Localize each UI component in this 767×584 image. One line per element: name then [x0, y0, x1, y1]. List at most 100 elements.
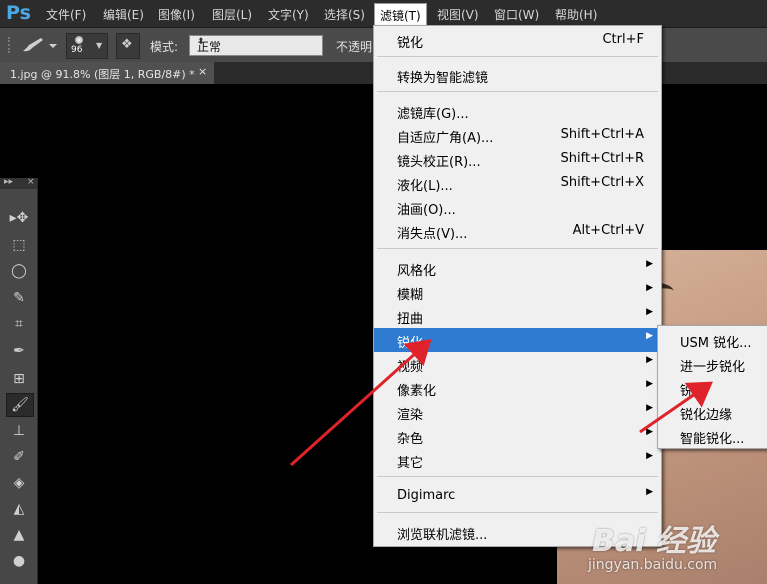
brush-tool-icon[interactable]: 🖌	[6, 393, 34, 417]
menu-item-label: 模糊	[397, 288, 424, 303]
menu-item-label: 转换为智能滤镜	[397, 71, 489, 86]
menu-item-oil-paint[interactable]: 油画(O)...	[374, 195, 661, 219]
document-tab[interactable]: 1.jpg @ 91.8% (图层 1, RGB/8#) * ×	[0, 62, 214, 84]
history-brush-tool-icon[interactable]: ✐	[8, 446, 30, 468]
menu-item-shortcut: Shift+Ctrl+X	[560, 175, 644, 190]
submenu-item-label: 智能锐化...	[680, 432, 745, 447]
submenu-item-label: 锐化	[680, 384, 707, 399]
document-tab-title: 1.jpg @ 91.8% (图层 1, RGB/8#) *	[10, 68, 195, 81]
menu-item-shortcut: Shift+Ctrl+R	[560, 151, 645, 166]
submenu-arrow-icon: ▶	[646, 355, 653, 365]
eyedropper-tool-icon[interactable]: ✒	[8, 340, 30, 362]
menu-item-label: 锐化	[397, 36, 424, 51]
close-panel-icon[interactable]: ×	[27, 177, 35, 187]
watermark-url: jingyan.baidu.com	[588, 557, 718, 573]
quick-selection-tool-icon[interactable]: ✎	[8, 287, 30, 309]
marquee-tool-icon[interactable]: ⬚	[8, 234, 30, 256]
submenu-item-label: 进一步锐化	[680, 360, 746, 375]
clone-stamp-tool-icon[interactable]: ⊥	[8, 420, 30, 442]
menu-item-label: 镜头校正(R)...	[397, 155, 481, 170]
menu-item-convert-smart-filters[interactable]: 转换为智能滤镜	[374, 63, 661, 87]
menu-item-other[interactable]: 其它 ▶	[374, 448, 661, 472]
menu-item-sharpen[interactable]: 锐化 ▶	[374, 328, 661, 352]
brush-size-picker[interactable]: 96 ▼	[66, 33, 108, 59]
submenu-arrow-icon: ▶	[646, 331, 653, 341]
collapse-panel-icon[interactable]: ▸▸	[4, 177, 13, 187]
submenu-arrow-icon: ▶	[646, 283, 653, 293]
submenu-item-smart-sharpen[interactable]: 智能锐化...	[658, 424, 767, 448]
submenu-item-sharpen[interactable]: 锐化	[658, 376, 767, 400]
menu-help[interactable]: 帮助(H)	[555, 6, 597, 23]
menu-view[interactable]: 视图(V)	[437, 6, 479, 23]
menu-item-render[interactable]: 渲染 ▶	[374, 400, 661, 424]
sharpen-submenu: USM 锐化... 进一步锐化 锐化 锐化边缘 智能锐化...	[657, 325, 767, 449]
paint-bucket-tool-icon[interactable]: ◭	[8, 498, 30, 520]
menu-item-pixelate[interactable]: 像素化 ▶	[374, 376, 661, 400]
menu-item-label: 其它	[397, 456, 424, 471]
menu-window[interactable]: 窗口(W)	[494, 6, 539, 23]
menu-item-digimarc[interactable]: Digimarc ▶	[374, 484, 661, 508]
brush-tip-icon	[75, 36, 83, 44]
menu-item-noise[interactable]: 杂色 ▶	[374, 424, 661, 448]
menu-item-adaptive-wide-angle[interactable]: 自适应广角(A)... Shift+Ctrl+A	[374, 123, 661, 147]
menu-edit[interactable]: 编辑(E)	[103, 6, 144, 23]
menu-type[interactable]: 文字(Y)	[268, 6, 309, 23]
blur-tool-icon[interactable]: ▲	[8, 524, 30, 546]
menu-file[interactable]: 文件(F)	[46, 6, 86, 23]
menu-separator	[377, 476, 658, 477]
menu-item-label: 风格化	[397, 264, 437, 279]
menu-item-filter-gallery[interactable]: 滤镜库(G)...	[374, 99, 661, 123]
submenu-arrow-icon: ▶	[646, 259, 653, 269]
submenu-arrow-icon: ▶	[646, 487, 653, 497]
tools-panel-header[interactable]: ▸▸ ×	[0, 177, 37, 189]
healing-brush-tool-icon[interactable]: ⊞	[8, 368, 30, 390]
menu-item-label: 浏览联机滤镜...	[397, 528, 488, 543]
menu-separator	[377, 91, 658, 92]
brush-preset-icon[interactable]	[19, 35, 57, 55]
crop-tool-icon[interactable]: ⌗	[8, 313, 30, 335]
submenu-item-sharpen-more[interactable]: 进一步锐化	[658, 352, 767, 376]
menu-bar: Ps 文件(F) 编辑(E) 图像(I) 图层(L) 文字(Y) 选择(S) 滤…	[0, 0, 767, 28]
submenu-item-label: USM 锐化...	[680, 336, 752, 351]
menu-item-label: 像素化	[397, 384, 437, 399]
eraser-tool-icon[interactable]: ◈	[8, 472, 30, 494]
brush-panel-toggle[interactable]: ❖	[116, 33, 140, 59]
menu-item-blur[interactable]: 模糊 ▶	[374, 280, 661, 304]
close-icon[interactable]: ×	[198, 65, 207, 78]
submenu-arrow-icon: ▶	[646, 403, 653, 413]
mode-label: 模式:	[150, 40, 179, 54]
menu-item-label: 液化(L)...	[397, 179, 453, 194]
menu-item-label: 扭曲	[397, 312, 424, 327]
menu-item-stylize[interactable]: 风格化 ▶	[374, 256, 661, 280]
menu-item-shortcut: Shift+Ctrl+A	[560, 127, 644, 142]
baidu-jingyan-logo: Bai 经验	[592, 524, 716, 559]
move-tool-icon[interactable]: ▸✥	[8, 207, 30, 229]
updown-arrows-icon: ⬍	[197, 37, 205, 47]
menu-item-shortcut: Alt+Ctrl+V	[572, 223, 644, 238]
menu-item-label: 消失点(V)...	[397, 227, 468, 242]
menu-item-video[interactable]: 视频 ▶	[374, 352, 661, 376]
menu-separator	[377, 512, 658, 513]
lasso-tool-icon[interactable]: ◯	[8, 260, 30, 282]
menu-item-label: 自适应广角(A)...	[397, 131, 494, 146]
submenu-arrow-icon: ▶	[646, 379, 653, 389]
options-grip	[8, 37, 16, 53]
menu-separator	[377, 248, 658, 249]
menu-item-last-filter[interactable]: 锐化 Ctrl+F	[374, 28, 661, 52]
chevron-down-icon: ▼	[96, 41, 103, 50]
menu-image[interactable]: 图像(I)	[158, 6, 195, 23]
menu-item-liquify[interactable]: 液化(L)... Shift+Ctrl+X	[374, 171, 661, 195]
menu-item-distort[interactable]: 扭曲 ▶	[374, 304, 661, 328]
submenu-item-sharpen-edges[interactable]: 锐化边缘	[658, 400, 767, 424]
menu-item-vanishing-point[interactable]: 消失点(V)... Alt+Ctrl+V	[374, 219, 661, 243]
menu-item-lens-correction[interactable]: 镜头校正(R)... Shift+Ctrl+R	[374, 147, 661, 171]
menu-item-shortcut: Ctrl+F	[602, 32, 644, 47]
menu-item-label: 杂色	[397, 432, 424, 447]
menu-select[interactable]: 选择(S)	[324, 6, 365, 23]
mode-select[interactable]: 正常 ⬍	[189, 35, 323, 56]
submenu-item-unsharp-mask[interactable]: USM 锐化...	[658, 328, 767, 352]
menu-item-label: 滤镜库(G)...	[397, 107, 469, 122]
submenu-item-label: 锐化边缘	[680, 408, 733, 423]
menu-layer[interactable]: 图层(L)	[212, 6, 252, 23]
dodge-tool-icon[interactable]: ●	[8, 550, 30, 572]
